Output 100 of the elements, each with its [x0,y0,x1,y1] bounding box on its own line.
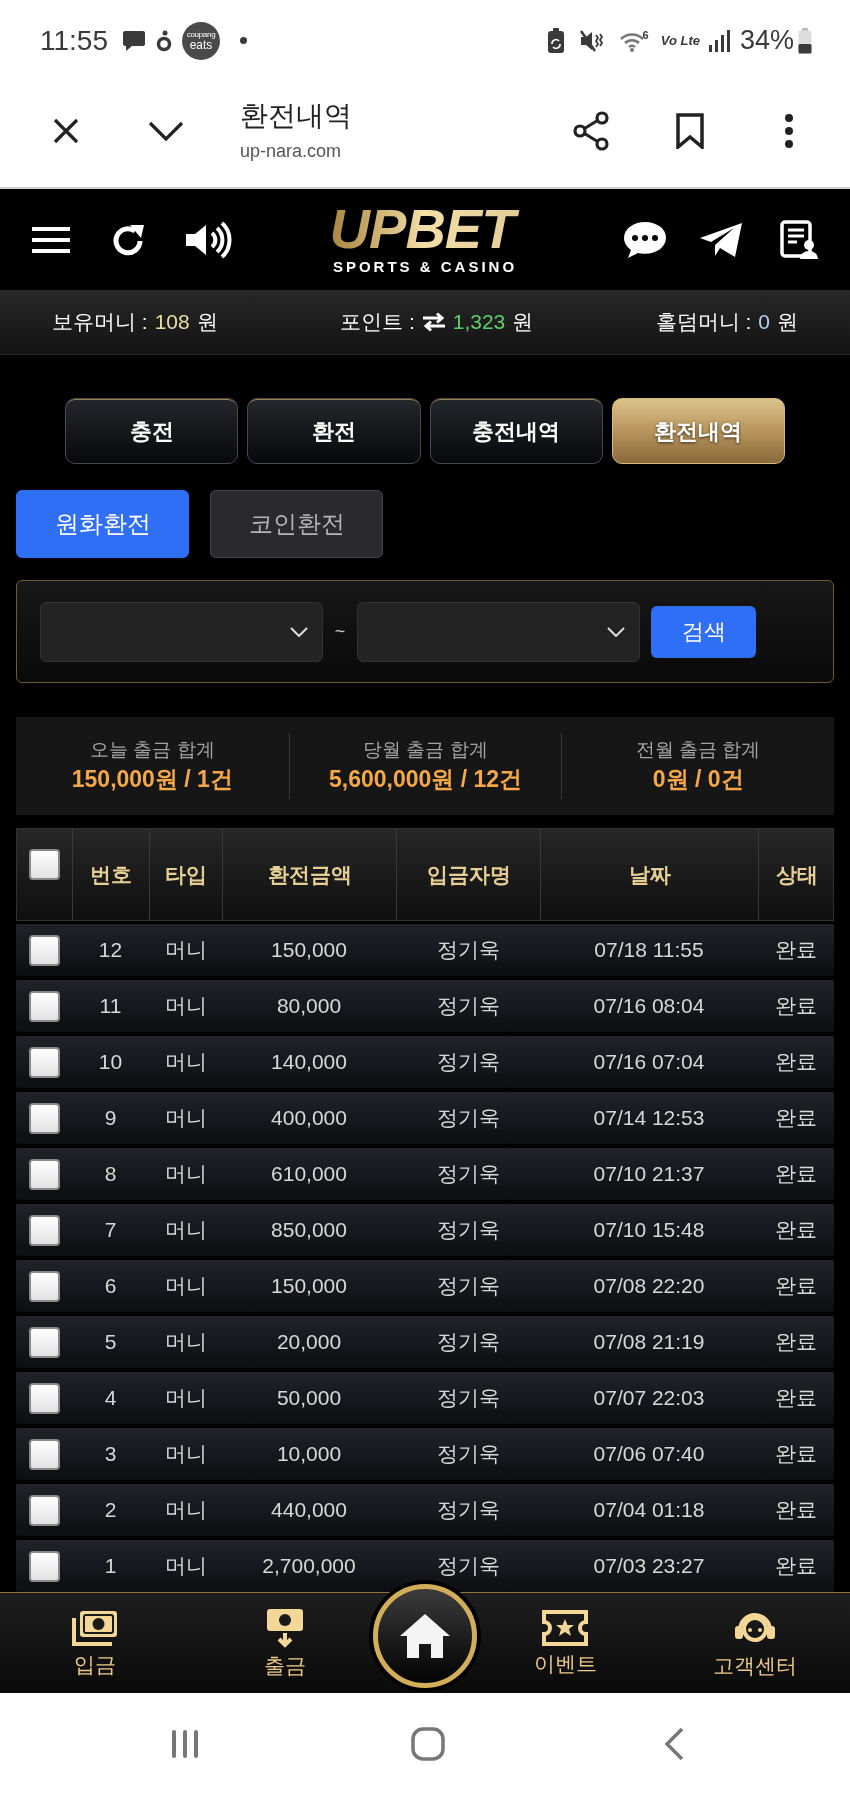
select-all-checkbox[interactable] [29,849,60,880]
table-cell-text: 정기욱 [435,1105,501,1132]
nav-item[interactable]: 입금 [71,1608,119,1678]
range-separator: ~ [333,620,347,643]
row-checkbox[interactable] [28,1326,60,1358]
sound-icon [184,219,232,260]
table-cell-text: 150,000 [270,937,348,964]
telegram-button[interactable] [698,220,744,259]
row-checkbox[interactable] [28,1382,60,1414]
table-cell-text: 정기욱 [435,1161,501,1188]
column-header: 번호 [90,861,132,888]
sub-tab[interactable]: 원화환전 [16,490,189,558]
column-header: 타입 [165,861,207,888]
profile-button[interactable] [780,219,818,260]
table-cell-text: 완료 [773,1385,818,1412]
table-cell-text: 머니 [163,1161,208,1188]
back-icon [664,1726,684,1761]
signal-icon [707,29,730,52]
column-header: 날짜 [628,861,671,888]
table-cell-text: 완료 [773,1497,818,1524]
table-cell-text: 3 [103,1441,118,1468]
nav-item[interactable]: 출금 [264,1607,306,1679]
row-checkbox[interactable] [28,1270,60,1302]
row-checkbox[interactable] [28,990,60,1022]
table-cell-text: 11 [98,993,123,1020]
table-cell-text: 07/16 08:04 [592,993,706,1020]
table-cell-text: 1 [103,1553,118,1580]
recent-apps-icon [170,1728,200,1759]
table-cell-text: 10,000 [275,1441,343,1468]
row-checkbox[interactable] [28,1438,60,1470]
summary-value: 5,600,000원 / 12건 [328,765,523,794]
table-cell-text: 850,000 [270,1217,348,1244]
summary-label: 오늘 출금 합계 [90,738,215,762]
page-title: 환전내역 [240,99,352,133]
nav-item[interactable]: 이벤트 [533,1609,597,1677]
table-cell-text: 07/10 15:48 [592,1217,706,1244]
balance-label: 보유머니 : [52,309,148,336]
table-cell-text: 07/03 23:27 [592,1553,706,1580]
row-checkbox[interactable] [28,1102,60,1134]
recent-apps-button[interactable] [170,1728,200,1759]
table-cell-text: 07/16 07:04 [592,1049,706,1076]
table-cell-text: 완료 [773,1329,818,1356]
table-cell-text: 완료 [773,937,818,964]
table-cell-text: 2,700,000 [261,1553,357,1580]
table-cell-text: 머니 [163,1441,208,1468]
battery-saver-icon [546,27,565,54]
balance-value: 1,323 [452,309,506,336]
table-cell-text: 정기욱 [435,1217,501,1244]
balance-unit: 원 [777,309,798,336]
row-checkbox[interactable] [28,1214,60,1246]
summary-label: 전월 출금 합계 [635,738,761,762]
table-cell-text: 07/04 01:18 [592,1497,706,1524]
table-cell-text: 400,000 [270,1105,348,1132]
table-cell-text: 07/14 12:53 [592,1105,706,1132]
table-cell-text: 정기욱 [435,937,501,964]
row-checkbox[interactable] [28,1158,60,1190]
table-cell-text: 10 [97,1049,124,1076]
nav-item[interactable]: 고객센터 [713,1607,797,1679]
sub-tab[interactable]: 코인환전 [210,490,383,558]
table-cell-text: 정기욱 [435,1441,501,1468]
search-button[interactable]: 검색 [651,605,756,658]
tab[interactable]: 환전 [247,398,421,464]
table-cell-text: 완료 [773,1553,818,1580]
back-button[interactable] [664,1726,684,1761]
column-header: 상태 [775,861,818,888]
chat-button[interactable] [622,219,668,260]
balance-value: 0 [758,309,770,336]
table-cell-text: 완료 [773,1217,818,1244]
tab[interactable]: 충전 [65,398,239,464]
table-cell-text: 07/08 21:19 [592,1329,706,1356]
table-cell-text: 8 [103,1161,118,1188]
document-user-icon [780,219,818,260]
more-icon [785,114,793,148]
exchange-arrows-icon [421,312,446,332]
table-cell-text: 07/07 22:03 [592,1385,706,1412]
table-cell-text: 완료 [773,1273,818,1300]
table-cell-text: 정기욱 [435,1329,501,1356]
table-cell-text: 07/18 11:55 [593,937,705,964]
table-cell-text: 머니 [163,1049,208,1076]
row-checkbox[interactable] [28,1550,60,1582]
app-logo-text: coupang [186,30,216,39]
menu-button[interactable] [32,225,70,254]
share-icon [573,111,609,151]
row-checkbox[interactable] [28,1046,60,1078]
table-cell-text: 9 [103,1105,118,1132]
row-checkbox[interactable] [28,934,60,966]
battery-percent: 34% [739,24,794,58]
sound-button[interactable] [184,219,232,260]
summary-label: 당월 출금 합계 [363,738,488,762]
table-cell-text: 정기욱 [435,1553,501,1580]
tab[interactable]: 충전내역 [429,398,603,464]
table-cell-text: 610,000 [270,1161,348,1188]
summary-value: 150,000원 / 1건 [71,765,233,794]
battery-icon [798,27,812,54]
mute-icon [578,28,605,53]
system-home-button[interactable] [411,1726,445,1761]
table-cell-text: 80,000 [275,993,343,1020]
table-cell-text: 머니 [163,1553,208,1580]
table-cell-text: 07/06 07:40 [592,1441,706,1468]
row-checkbox[interactable] [28,1494,60,1526]
